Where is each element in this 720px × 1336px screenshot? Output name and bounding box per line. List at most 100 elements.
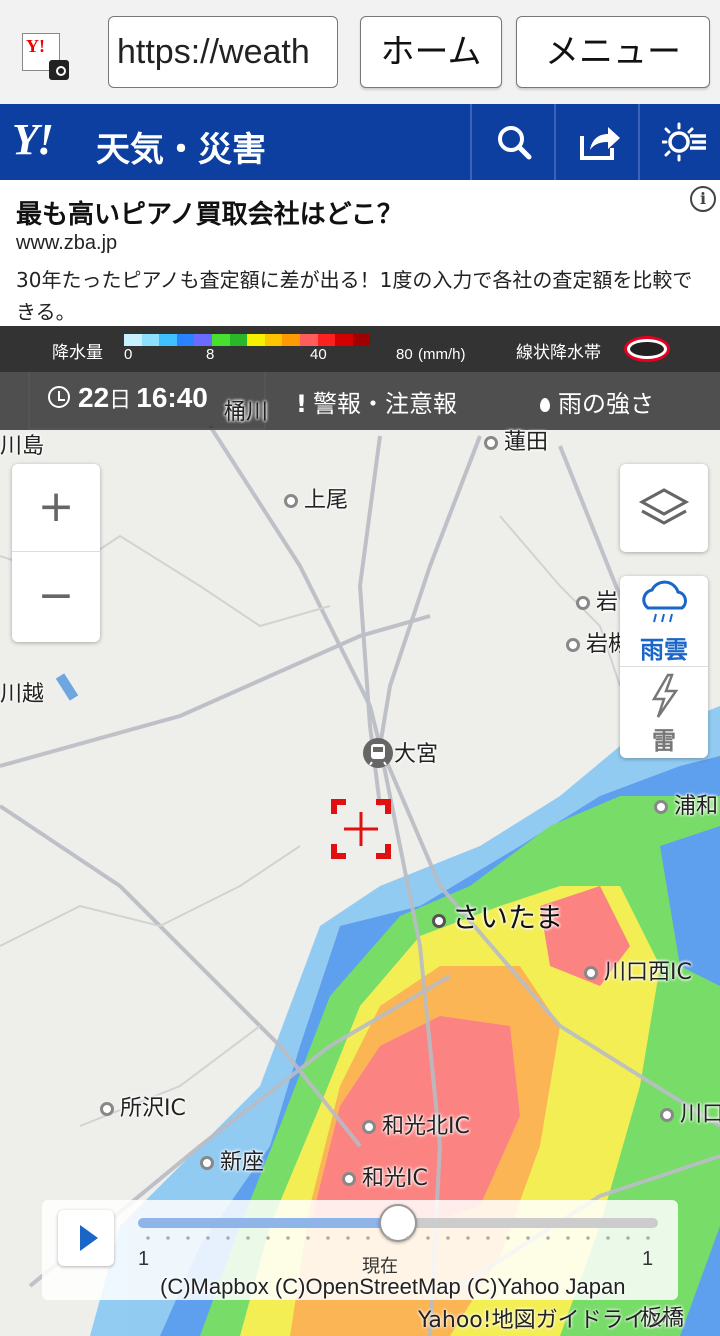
place-label: 和光北IC [362,1108,470,1140]
timeline-right-label: 1 [642,1248,654,1270]
place-label: 川越 [0,682,45,707]
place-label: 和光IC [342,1160,428,1192]
time-day: 22 [78,382,110,413]
play-button[interactable] [58,1210,114,1266]
search-icon [498,126,532,160]
site-header: Y! 天気・災害 [0,104,720,180]
location-crosshair-icon [331,799,391,859]
display-settings-icon [662,122,706,162]
control-bar: 22日 16:40 ! 警報・注意報 雨の強さ [0,372,720,430]
time-day-unit: 日 [109,388,132,413]
place-label-major: さいたま [432,896,563,936]
place-dot-icon [484,436,498,450]
place-dot-icon [584,966,598,980]
zoom-control: + − [12,464,100,642]
timeline-left-label: 1 [138,1248,150,1270]
rain-cloud-layer-label: 雨雲 [640,636,688,664]
place-label: 大宮 [362,736,438,769]
time-value: 16:40 [136,382,208,413]
rain-cloud-layer-button[interactable]: 雨雲 [620,576,708,667]
warnings-button[interactable]: ! 警報・注意報 [296,384,457,419]
share-icon [580,127,620,160]
ad-description[interactable]: 30年たったピアノも査定額に差が出る！1度の入力で各社の査定額を比較できる。 [16,264,712,326]
search-button[interactable] [470,104,554,180]
place-label: 上尾 [284,482,348,514]
timeline-ticks [138,1236,658,1240]
zoom-in-button[interactable]: + [12,464,100,552]
url-field[interactable]: https://weath [108,16,338,88]
legend-tick: 0 [124,346,133,363]
share-button[interactable] [554,104,638,180]
menu-button[interactable]: メニュー [516,16,710,88]
legend-color-swatch [159,334,177,346]
train-station-icon [363,738,393,768]
place-label: 所沢IC [100,1090,186,1122]
place-label: 桶川 [224,400,269,425]
ad-title[interactable]: 最も高いピアノ買取会社はどこ？ [16,194,403,231]
place-dot-icon [432,914,446,928]
place-label: 川口西IC [584,954,692,986]
legend-color-swatch [335,334,353,346]
raindrop-icon [540,398,550,412]
legend-color-swatch [176,334,195,346]
home-button[interactable]: ホーム [360,16,502,88]
place-dot-icon [284,494,298,508]
ad-banner[interactable]: 最も高いピアノ買取会社はどこ？ www.zba.jp 30年たったピアノも査定額… [0,180,720,326]
senjo-label: 線状降水帯 [516,343,601,363]
timeline-slider[interactable] [138,1204,658,1242]
place-dot-icon [654,800,668,814]
rain-intensity-label: 雨の強さ [558,390,654,418]
site-favicon-icon: Y! [22,33,69,80]
legend-unit: (mm/h) [418,346,466,363]
ad-url[interactable]: www.zba.jp [16,232,117,255]
legend-color-swatch [317,334,336,346]
senjo-ring-icon [624,336,670,362]
place-dot-icon [100,1102,114,1116]
place-dot-icon [362,1120,376,1134]
thunder-layer-label: 雷 [652,727,676,755]
legend-tick: 8 [206,346,215,363]
precipitation-legend: 降水量 0 8 40 80 (mm/h) 線状降水帯 [0,326,720,372]
legend-color-swatch [352,334,371,346]
place-dot-icon [576,596,590,610]
legend-color-swatch [247,334,265,346]
lock-icon [49,60,69,80]
legend-color-swatch [124,334,142,346]
place-label: 浦和 [654,788,718,820]
clock-icon [48,386,70,408]
legend-color-swatch [194,334,212,346]
rain-intensity-button[interactable]: 雨の強さ [540,384,654,419]
legend-tick: 40 [310,346,327,363]
legend-color-swatch [299,334,318,346]
map-attribution: (C)Mapbox (C)OpenStreetMap (C)Yahoo Japa… [160,1274,626,1299]
legend-color-swatch [282,334,300,346]
legend-tick: 80 [396,346,413,363]
exclamation-icon: ! [296,390,307,418]
display-settings-button[interactable] [638,104,720,180]
legend-color-swatch [229,334,248,346]
rain-radar-map[interactable]: 降水量 0 8 40 80 (mm/h) 線状降水帯 22日 16:40 ! 警報… [0,326,720,1336]
ad-info-icon[interactable]: i [690,186,716,212]
favicon-text: Y! [26,36,45,56]
browser-toolbar: Y! https://weath ホーム メニュー [0,0,720,104]
lightning-icon [651,673,679,718]
map-guideline-link[interactable]: Yahoo!地図ガイドライン [418,1302,668,1334]
page-title[interactable]: 天気・災害 [96,122,266,171]
legend-color-swatch [264,334,283,346]
zoom-out-button[interactable]: − [12,553,100,641]
place-dot-icon [566,638,580,652]
layers-icon [638,488,690,525]
layer-type-selector: 雨雲 雷 [620,576,708,758]
place-dot-icon [660,1108,674,1122]
place-label: 蓮田 [484,424,548,456]
rain-cloud-icon [642,580,687,623]
legend-color-swatch [141,334,160,346]
layers-button[interactable] [620,464,708,552]
place-label: 川島 [0,434,45,459]
place-label: 新座 [200,1144,264,1176]
yahoo-logo[interactable]: Y! [12,114,54,165]
thunder-layer-button[interactable]: 雷 [620,667,708,758]
legend-color-swatch [211,334,230,346]
legend-color-scale [124,334,371,346]
warnings-label: 警報・注意報 [312,390,457,418]
